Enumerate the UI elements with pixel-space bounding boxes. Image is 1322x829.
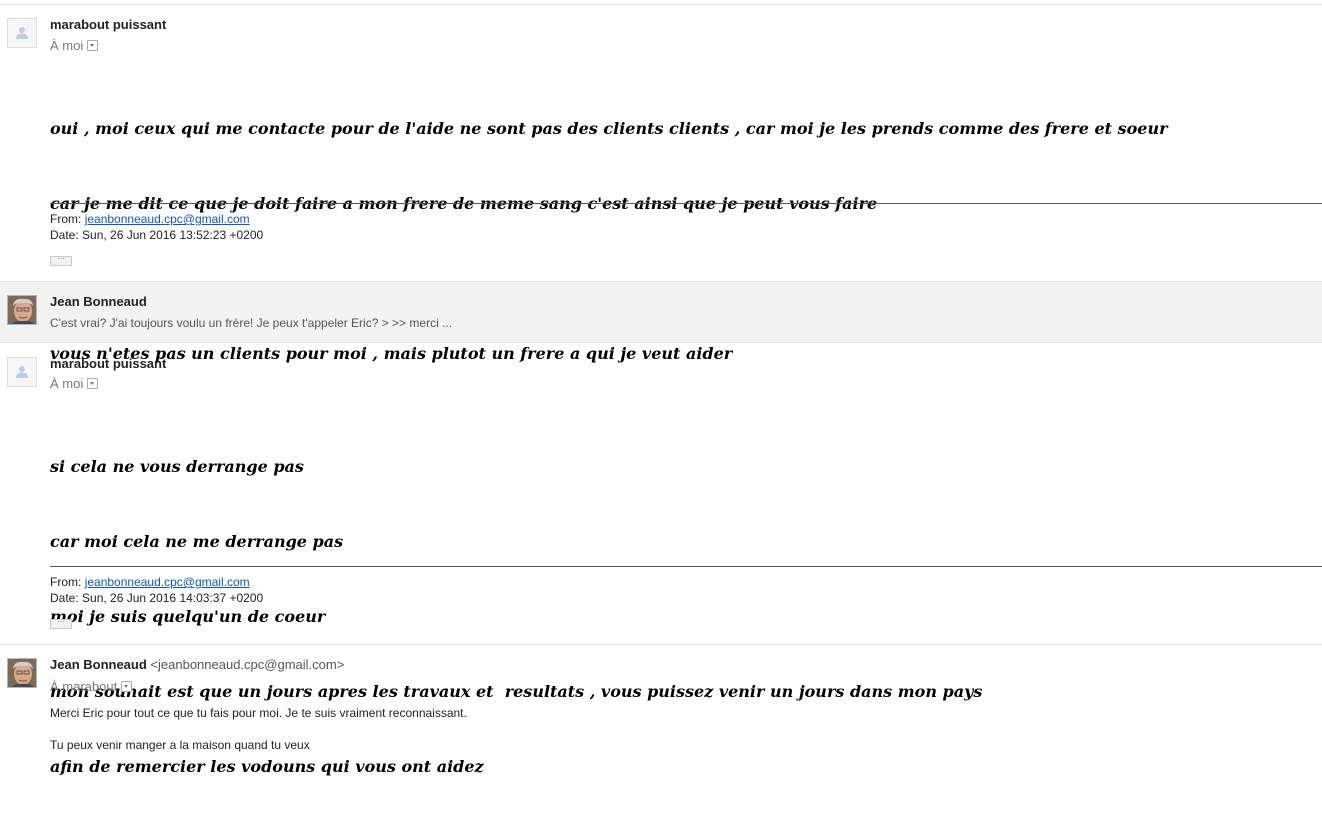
avatar [7, 295, 37, 325]
profile-photo-icon [8, 296, 36, 324]
profile-photo-icon [8, 659, 36, 687]
message-2-collapsed[interactable]: Jean Bonneaud C'est vrai? J'ai toujours … [0, 281, 1322, 343]
body-line: Tu peux venir manger a la maison quand t… [50, 738, 310, 752]
sender-line[interactable]: Jean Bonneaud <jeanbonneaud.cpc@gmail.co… [50, 657, 344, 672]
quote-from: From: jeanbonneaud.cpc@gmail.com [50, 211, 250, 227]
recipient-label: À moi [50, 38, 84, 53]
show-trimmed-content-button[interactable]: ··· [50, 618, 72, 629]
default-avatar-icon [7, 18, 37, 48]
sender-name[interactable]: Jean Bonneaud [50, 294, 147, 309]
sender-name: Jean Bonneaud [50, 657, 147, 672]
body-line: car moi cela ne me derrange pas [50, 532, 344, 551]
quote-from: From: jeanbonneaud.cpc@gmail.com [50, 574, 250, 590]
body-line: moi je suis quelqu'un de coeur [50, 607, 326, 626]
details-dropdown-icon[interactable] [87, 40, 99, 51]
body-line: si cela ne vous derrange pas [50, 457, 304, 476]
date-label: Date: [50, 591, 79, 605]
message-1: marabout puissant À moi oui , moi ceux q… [0, 5, 1322, 363]
from-email-link[interactable]: jeanbonneaud.cpc@gmail.com [85, 575, 250, 589]
date-label: Date: [50, 228, 79, 242]
quote-date: Date: Sun, 26 Jun 2016 14:03:37 +0200 [50, 590, 263, 606]
default-avatar-icon [7, 357, 37, 387]
details-dropdown-icon[interactable] [121, 681, 133, 692]
recipient-label: À moi [50, 376, 84, 391]
quote-divider [50, 203, 1322, 204]
sender-email: <jeanbonneaud.cpc@gmail.com> [150, 657, 345, 672]
message-3: marabout puissant À moi si cela ne vous … [0, 344, 1322, 776]
message-4: Jean Bonneaud <jeanbonneaud.cpc@gmail.co… [0, 644, 1322, 773]
quote-divider [50, 566, 1322, 567]
show-trimmed-content-button[interactable]: ··· [50, 255, 72, 266]
quote-date: Date: Sun, 26 Jun 2016 13:52:23 +0200 [50, 227, 263, 243]
recipient-line[interactable]: À moi [50, 376, 99, 391]
sender-name[interactable]: marabout puissant [50, 356, 166, 371]
message-snippet: C'est vrai? J'ai toujours voulu un frère… [50, 316, 453, 330]
recipient-label: À marabout [50, 679, 118, 694]
from-email-link[interactable]: jeanbonneaud.cpc@gmail.com [85, 212, 250, 226]
details-dropdown-icon[interactable] [87, 378, 99, 389]
avatar [7, 658, 37, 688]
body-line: Merci Eric pour tout ce que tu fais pour… [50, 706, 467, 720]
from-label: From: [50, 212, 82, 226]
recipient-line[interactable]: À moi [50, 38, 99, 53]
body-line: oui , moi ceux qui me contacte pour de l… [50, 119, 1168, 138]
from-label: From: [50, 575, 82, 589]
sender-name[interactable]: marabout puissant [50, 17, 166, 32]
date-value: Sun, 26 Jun 2016 13:52:23 +0200 [82, 228, 264, 242]
date-value: Sun, 26 Jun 2016 14:03:37 +0200 [82, 591, 264, 605]
recipient-line[interactable]: À marabout [50, 679, 133, 694]
